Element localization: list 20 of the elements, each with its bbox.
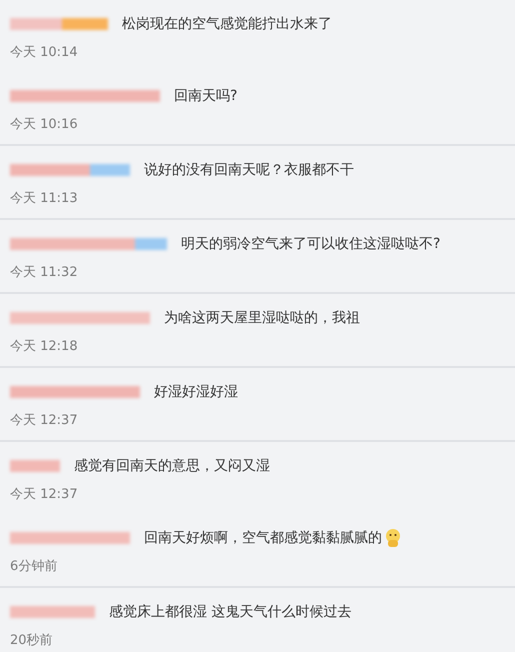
comment-time: 今天 10:16 xyxy=(10,116,79,133)
comment-time: 今天 10:14 xyxy=(10,44,79,61)
comment-text: 感觉有回南天的意思，又闷又湿 xyxy=(74,457,270,475)
comment-text: 明天的弱冷空气来了可以收住这湿哒哒不? xyxy=(181,235,440,253)
comment-text: 感觉床上都很湿 这鬼天气什么时候过去 xyxy=(109,603,352,621)
comment-time: 今天 12:37 xyxy=(10,486,79,503)
comment-time: 今天 12:37 xyxy=(10,412,79,429)
emoji-icon xyxy=(384,528,402,548)
comment-text: 松岗现在的空气感觉能拧出水来了 xyxy=(122,15,332,33)
comment-text: 为啥这两天屋里湿哒哒的，我祖 xyxy=(164,309,360,327)
comment-time: 今天 11:13 xyxy=(10,190,79,207)
comment-time: 今天 12:18 xyxy=(10,338,79,355)
blurred-name xyxy=(10,457,60,475)
comment-text: 回南天吗? xyxy=(174,87,238,105)
comment-time: 20秒前 xyxy=(10,632,54,649)
comment-time: 6分钟前 xyxy=(10,558,58,575)
comment-text: 回南天好烦啊，空气都感觉黏黏腻腻的 xyxy=(144,529,382,547)
comment-text: 说好的没有回南天呢？衣服都不干 xyxy=(144,161,354,179)
comment-time: 今天 11:32 xyxy=(10,264,79,281)
comment-text: 好湿好湿好湿 xyxy=(154,383,238,401)
